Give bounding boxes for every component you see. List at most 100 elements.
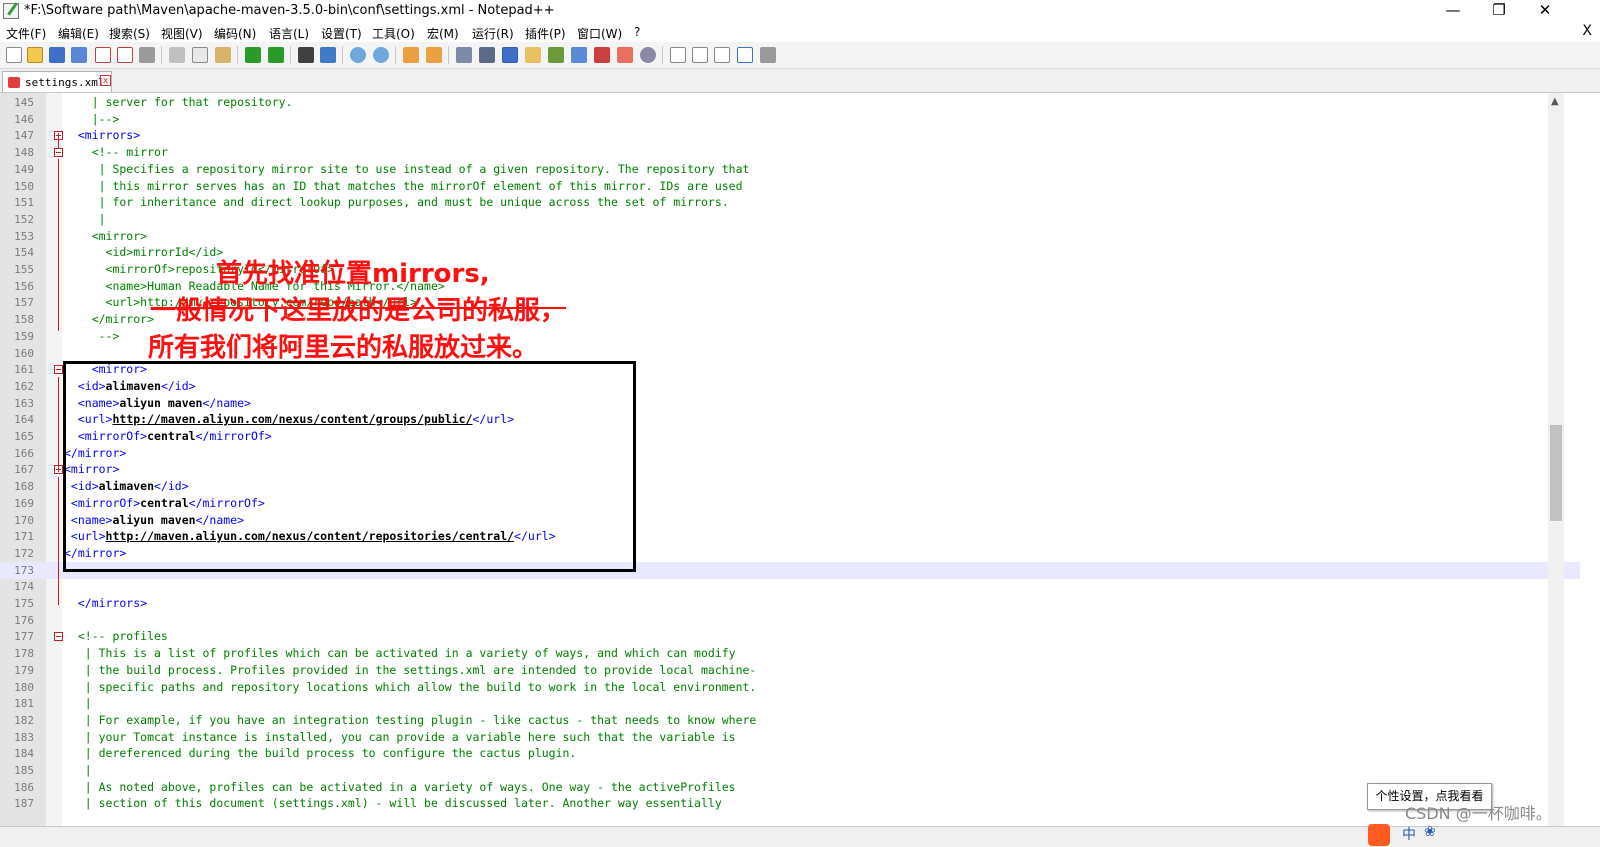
code-line[interactable]: 184 | dereferenced during the build proc… xyxy=(0,745,1580,762)
redo-icon[interactable] xyxy=(268,47,284,63)
code-line[interactable]: 178 | This is a list of profiles which c… xyxy=(0,645,1580,662)
line-code: <mirror> xyxy=(64,362,147,376)
menu-edit[interactable]: 编辑(E) xyxy=(58,25,99,42)
code-line[interactable]: 186 | As noted above, profiles can be ac… xyxy=(0,779,1580,796)
tab-close-icon[interactable]: x xyxy=(100,75,111,86)
play-macro-icon[interactable] xyxy=(714,47,730,63)
code-line[interactable]: 147 <mirrors> xyxy=(0,127,1580,144)
code-line[interactable]: 146 |--> xyxy=(0,111,1580,128)
code-line[interactable]: 185 | xyxy=(0,762,1580,779)
menu-view[interactable]: 视图(V) xyxy=(161,25,203,42)
menu-window[interactable]: 窗口(W) xyxy=(577,25,622,42)
menu-tools[interactable]: 工具(O) xyxy=(372,25,415,42)
code-line[interactable]: 177 <!-- profiles xyxy=(0,628,1580,645)
code-line[interactable]: 180 | specific paths and repository loca… xyxy=(0,679,1580,696)
scroll-up-icon[interactable]: ▲ xyxy=(1551,96,1559,107)
view-icon[interactable] xyxy=(640,47,656,63)
function-list-icon[interactable] xyxy=(571,47,587,63)
fold-toggle-icon[interactable] xyxy=(54,365,63,375)
code-line[interactable]: 149 | Specifies a repository mirror site… xyxy=(0,161,1580,178)
user-language-icon[interactable] xyxy=(525,47,541,63)
code-line[interactable]: 174 xyxy=(0,578,1580,595)
code-line[interactable]: 183 | your Tomcat instance is installed,… xyxy=(0,729,1580,746)
csdn-logo-icon[interactable] xyxy=(1368,824,1390,846)
line-code: </mirrors> xyxy=(64,596,147,610)
scrollbar-thumb[interactable] xyxy=(1550,425,1562,521)
save-icon[interactable] xyxy=(49,47,65,63)
folder-workspace-icon[interactable] xyxy=(594,47,610,63)
code-line[interactable]: 152 | xyxy=(0,211,1580,228)
code-line[interactable]: 172 </mirror> xyxy=(0,545,1580,562)
fold-toggle-icon[interactable] xyxy=(54,148,63,158)
menu-help[interactable]: ? xyxy=(634,25,640,39)
code-line[interactable]: 163 <name>aliyun maven</name> xyxy=(0,395,1580,412)
save-macro-icon[interactable] xyxy=(760,47,776,63)
zoom-out-icon[interactable] xyxy=(373,47,389,63)
show-all-chars-icon[interactable] xyxy=(479,47,495,63)
code-line[interactable]: 168 <id>alimaven</id> xyxy=(0,478,1580,495)
code-line[interactable]: 171 <url>http://maven.aliyun.com/nexus/c… xyxy=(0,528,1580,545)
minimize-button[interactable]: — xyxy=(1430,0,1476,22)
code-line[interactable]: 166 </mirror> xyxy=(0,445,1580,462)
print-icon[interactable] xyxy=(139,47,155,63)
fold-toggle-icon[interactable] xyxy=(54,632,63,642)
ime-indicator[interactable]: 中 xyxy=(1402,824,1416,844)
tab-settings-xml[interactable]: settings.xml x xyxy=(2,71,112,92)
cut-icon[interactable] xyxy=(169,47,185,63)
code-line[interactable]: 145 | server for that repository. xyxy=(0,94,1580,111)
find-icon[interactable] xyxy=(298,47,314,63)
new-file-icon[interactable] xyxy=(6,47,22,63)
close-all-icon[interactable] xyxy=(117,47,133,63)
code-line[interactable]: 187 | section of this document (settings… xyxy=(0,795,1580,812)
code-line[interactable]: 151 | for inheritance and direct lookup … xyxy=(0,194,1580,211)
doc-map-icon[interactable] xyxy=(548,47,564,63)
run-macro-multiple-icon[interactable] xyxy=(737,47,753,63)
code-line[interactable]: 164 <url>http://maven.aliyun.com/nexus/c… xyxy=(0,411,1580,428)
replace-icon[interactable] xyxy=(320,47,336,63)
menu-macro[interactable]: 宏(M) xyxy=(427,25,459,42)
zoom-in-icon[interactable] xyxy=(350,47,366,63)
stop-macro-icon[interactable] xyxy=(692,47,708,63)
indent-guide-icon[interactable] xyxy=(502,47,518,63)
menu-encoding[interactable]: 编码(N) xyxy=(214,25,256,42)
menu-language[interactable]: 语言(L) xyxy=(269,25,309,42)
vertical-scrollbar[interactable]: ▲ xyxy=(1548,93,1564,846)
code-line[interactable]: 182 | For example, if you have an integr… xyxy=(0,712,1580,729)
open-file-icon[interactable] xyxy=(27,47,43,63)
close-file-icon[interactable] xyxy=(95,47,111,63)
restore-button[interactable]: ❐ xyxy=(1476,0,1522,22)
code-line[interactable]: 176 xyxy=(0,612,1580,629)
menu-file[interactable]: 文件(F) xyxy=(6,25,46,42)
menu-run[interactable]: 运行(R) xyxy=(472,25,514,42)
paste-icon[interactable] xyxy=(215,47,231,63)
undo-icon[interactable] xyxy=(245,47,261,63)
code-line[interactable]: 173 xyxy=(0,561,1580,579)
copy-icon[interactable] xyxy=(192,47,208,63)
close-document-x[interactable]: X xyxy=(1582,23,1592,39)
sync-vertical-icon[interactable] xyxy=(403,47,419,63)
sync-horizontal-icon[interactable] xyxy=(426,47,442,63)
code-line[interactable]: 148 <!-- mirror xyxy=(0,144,1580,161)
close-window-button[interactable]: ✕ xyxy=(1522,0,1568,22)
code-line[interactable]: 170 <name>aliyun maven</name> xyxy=(0,512,1580,529)
code-line[interactable]: 169 <mirrorOf>central</mirrorOf> xyxy=(0,495,1580,512)
line-number: 183 xyxy=(14,730,34,744)
menu-search[interactable]: 搜索(S) xyxy=(109,25,150,42)
save-all-icon[interactable] xyxy=(71,47,87,63)
code-line[interactable]: 179 | the build process. Profiles provid… xyxy=(0,662,1580,679)
code-token: </id> xyxy=(160,378,196,393)
code-line[interactable]: 153 <mirror> xyxy=(0,228,1580,245)
menu-plugins[interactable]: 插件(P) xyxy=(525,25,566,42)
monitor-icon[interactable] xyxy=(617,47,633,63)
code-line[interactable]: 181 | xyxy=(0,695,1580,712)
editor-area[interactable]: 145 | server for that repository. 146 |--… xyxy=(0,93,1600,846)
record-macro-icon[interactable] xyxy=(670,47,686,63)
code-line[interactable]: 150 | this mirror serves has an ID that … xyxy=(0,178,1580,195)
code-line[interactable]: 175 </mirrors> xyxy=(0,595,1580,612)
code-line[interactable]: 165 <mirrorOf>central</mirrorOf> xyxy=(0,428,1580,445)
word-wrap-icon[interactable] xyxy=(456,47,472,63)
code-line[interactable]: 162 <id>alimaven</id> xyxy=(0,378,1580,395)
code-line[interactable]: 167 <mirror> xyxy=(0,461,1580,478)
tray-symbol-icon[interactable]: ❀ xyxy=(1424,824,1436,840)
menu-settings[interactable]: 设置(T) xyxy=(321,25,362,42)
